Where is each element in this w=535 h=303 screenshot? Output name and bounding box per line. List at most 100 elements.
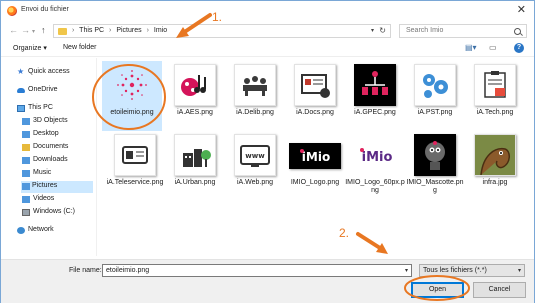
pictures-folder-icon — [22, 183, 30, 190]
folder-icon — [22, 131, 30, 138]
file-item[interactable]: iMio IMIO_Logo.png — [285, 131, 345, 201]
file-name: IMIO_Mascotte.png — [406, 179, 464, 194]
preview-pane-icon[interactable]: ▭ — [489, 43, 497, 52]
sidebar-item-label: Windows (C:) — [33, 208, 76, 215]
file-name-field[interactable]: etoileimio.png ▾ — [102, 264, 412, 277]
file-name: iA.Urban.png — [174, 179, 216, 186]
breadcrumb-chevron-icon: › — [146, 27, 149, 34]
file-name: IMIO_Logo_60px.png — [345, 179, 405, 194]
file-type-select[interactable]: Tous les fichiers (*.*) ▾ — [419, 264, 525, 277]
address-bar[interactable]: › This PC › Pictures › Imio ▾ ↻ — [53, 24, 391, 38]
docs-thumbnail — [294, 64, 336, 106]
download-folder-icon — [22, 157, 30, 164]
sidebar-item-label: 3D Objects — [33, 117, 68, 124]
cloud-icon — [17, 88, 25, 93]
sidebar-item-music[interactable]: Music — [22, 168, 93, 180]
file-item[interactable]: IMIO_Mascotte.png — [405, 131, 465, 201]
sidebar-item-downloads[interactable]: Downloads — [22, 155, 93, 167]
chevron-down-icon[interactable]: ▾ — [405, 267, 408, 274]
file-item[interactable]: www iA.Web.png — [225, 131, 285, 201]
aes-thumbnail — [174, 64, 216, 106]
file-item[interactable]: iA.Tech.png — [465, 61, 525, 131]
refresh-icon[interactable]: ↻ — [379, 26, 386, 35]
file-name: IMIO_Logo.png — [290, 179, 340, 186]
command-bar: Organize ▾ New folder ▤▾ ▭ ? — [1, 41, 534, 57]
file-item[interactable]: iA.GPEC.png — [345, 61, 405, 131]
file-name: infra.jpg — [482, 179, 508, 186]
sidebar-item-label: OneDrive — [28, 86, 58, 93]
breadcrumb-imio[interactable]: Imio — [154, 27, 167, 34]
open-button[interactable]: Open — [411, 282, 464, 298]
sidebar-item-windows-c[interactable]: Windows (C:) — [22, 207, 93, 219]
file-name-label: File name: — [69, 267, 102, 274]
close-button[interactable]: ✕ — [517, 4, 526, 16]
computer-icon — [17, 105, 25, 112]
svg-text:www: www — [245, 152, 265, 160]
file-item[interactable]: iA.PST.png — [405, 61, 465, 131]
search-input[interactable]: Search Imio — [399, 24, 527, 38]
file-name-value: etoileimio.png — [106, 267, 150, 274]
file-name: iA.AES.png — [177, 109, 213, 116]
sidebar-item-label: Pictures — [32, 182, 58, 189]
sidebar-item-label: Videos — [33, 195, 55, 202]
sidebar-item-documents[interactable]: Documents — [22, 142, 93, 154]
music-folder-icon — [22, 170, 30, 177]
file-item[interactable]: iA.AES.png — [165, 61, 225, 131]
sidebar-item-3d-objects[interactable]: 3D Objects — [22, 116, 93, 128]
file-type-value: Tous les fichiers (*.*) — [423, 267, 487, 274]
sidebar-item-onedrive[interactable]: OneDrive — [17, 85, 93, 97]
file-item[interactable]: iA.Urban.png — [165, 131, 225, 201]
mascotte-thumbnail — [414, 134, 456, 176]
organize-button[interactable]: Organize ▾ — [13, 44, 47, 52]
up-arrow-icon[interactable]: ↑ — [41, 25, 46, 35]
back-arrow-icon[interactable]: ← — [9, 25, 18, 35]
file-name: iA.GPEC.png — [354, 109, 396, 116]
breadcrumb-this-pc[interactable]: This PC — [79, 27, 104, 34]
file-list: etoileimio.png iA.AES.png iA.Delib.png i… — [99, 59, 529, 255]
sidebar-item-desktop[interactable]: Desktop — [22, 129, 93, 141]
sidebar-item-this-pc[interactable]: This PC — [17, 103, 93, 115]
file-name: iA.Teleservice.png — [106, 179, 164, 186]
help-icon[interactable]: ? — [514, 43, 524, 53]
sidebar-item-videos[interactable]: Videos — [22, 194, 93, 206]
star-icon: ★ — [17, 67, 25, 76]
window-title: Envoi du fichier — [21, 6, 69, 13]
chevron-down-icon: ▾ — [517, 268, 521, 274]
tech-thumbnail — [474, 64, 516, 106]
file-item[interactable]: iA.Docs.png — [285, 61, 345, 131]
new-folder-button[interactable]: New folder — [63, 44, 96, 51]
file-name: etoileimio.png — [110, 109, 154, 116]
recent-locations-chevron-icon[interactable]: ▾ — [32, 27, 35, 37]
file-name: iA.PST.png — [417, 109, 453, 116]
svg-text:iMio: iMio — [362, 150, 393, 165]
file-item[interactable]: iA.Delib.png — [225, 61, 285, 131]
view-options-icon[interactable]: ▤▾ — [465, 43, 477, 52]
file-item[interactable]: iMio IMIO_Logo_60px.png — [345, 131, 405, 201]
file-name: iA.Tech.png — [476, 109, 514, 116]
firefox-icon — [7, 6, 17, 16]
sidebar-item-label: Quick access — [28, 68, 70, 75]
cancel-button[interactable]: Cancel — [473, 282, 526, 298]
file-open-dialog: Envoi du fichier ✕ ← → ▾ ↑ › This PC › P… — [0, 0, 535, 303]
teleservice-thumbnail — [114, 134, 156, 176]
sidebar-item-pictures[interactable]: Pictures — [21, 181, 93, 193]
search-icon — [514, 28, 521, 35]
file-item[interactable]: infra.jpg — [465, 131, 525, 201]
sidebar-item-label: Documents — [33, 143, 69, 150]
file-name: iA.Docs.png — [296, 109, 334, 116]
annotation-step-1: 1. — [212, 10, 223, 24]
file-item[interactable]: iA.Teleservice.png — [105, 131, 165, 201]
imio-logo-thumbnail: iMio — [289, 143, 341, 169]
breadcrumb-chevron-icon: › — [109, 27, 112, 34]
drive-icon — [22, 209, 30, 216]
file-item[interactable]: etoileimio.png — [102, 61, 162, 131]
pst-thumbnail — [414, 64, 456, 106]
address-dropdown-icon[interactable]: ▾ — [371, 27, 374, 34]
sidebar-item-label: This PC — [28, 104, 53, 111]
sidebar-item-network[interactable]: Network — [17, 225, 93, 237]
delib-thumbnail — [234, 64, 276, 106]
navigation-pane: ★ Quick access OneDrive This PC 3D Objec… — [1, 58, 97, 256]
breadcrumb-pictures[interactable]: Pictures — [116, 27, 141, 34]
sidebar-item-quick-access[interactable]: ★ Quick access — [17, 67, 93, 79]
forward-arrow-icon[interactable]: → — [21, 25, 30, 35]
